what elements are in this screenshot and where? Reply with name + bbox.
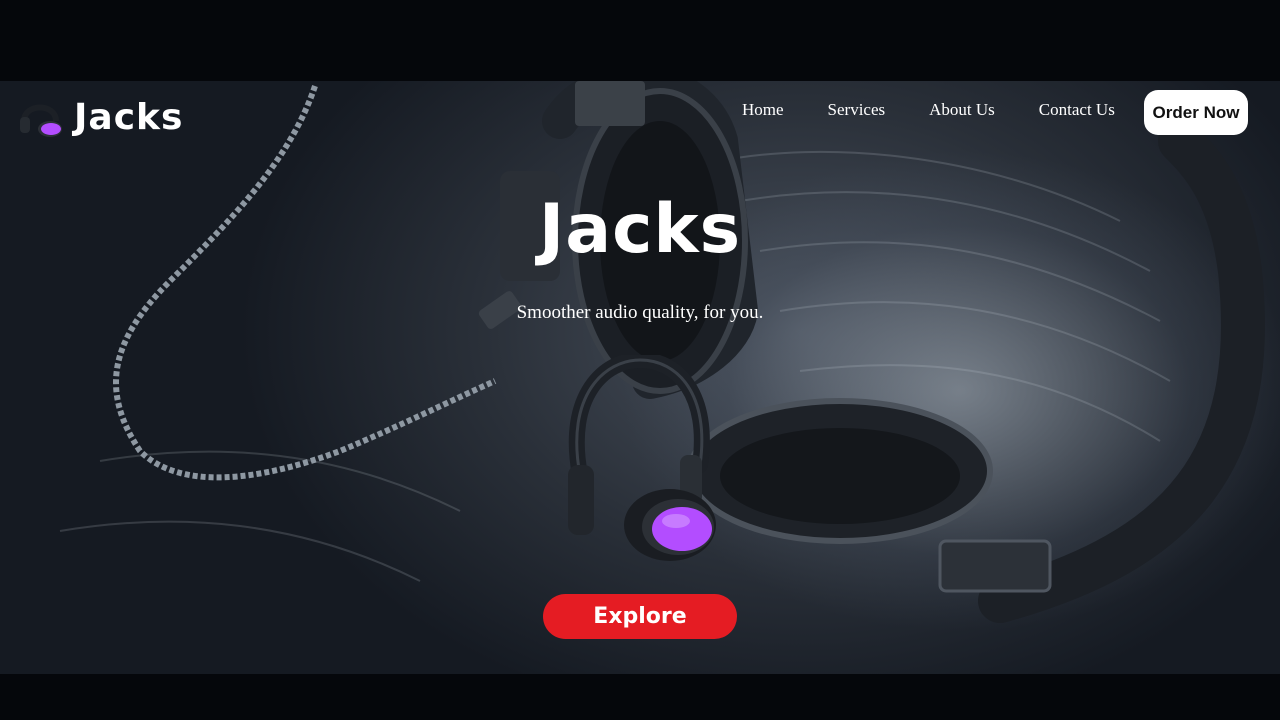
nav-home-link[interactable]: Home xyxy=(742,100,784,120)
headphones-icon xyxy=(20,104,62,137)
top-letterbox xyxy=(0,0,1280,81)
nav-contact-link[interactable]: Contact Us xyxy=(1039,100,1115,120)
order-now-button[interactable]: Order Now xyxy=(1144,90,1248,135)
brand-name: Jacks xyxy=(74,96,184,138)
main-nav: Home Services About Us Contact Us xyxy=(720,100,1137,120)
bottom-letterbox xyxy=(0,674,1280,720)
hero-subtitle: Smoother audio quality, for you. xyxy=(516,302,764,323)
headphones-icon xyxy=(568,355,716,561)
hero-title: Jacks xyxy=(538,190,742,269)
nav-about-link[interactable]: About Us xyxy=(929,100,995,120)
explore-button[interactable]: Explore xyxy=(543,594,737,639)
nav-services-link[interactable]: Services xyxy=(828,100,886,120)
brand-logo[interactable]: Jacks xyxy=(16,93,183,141)
